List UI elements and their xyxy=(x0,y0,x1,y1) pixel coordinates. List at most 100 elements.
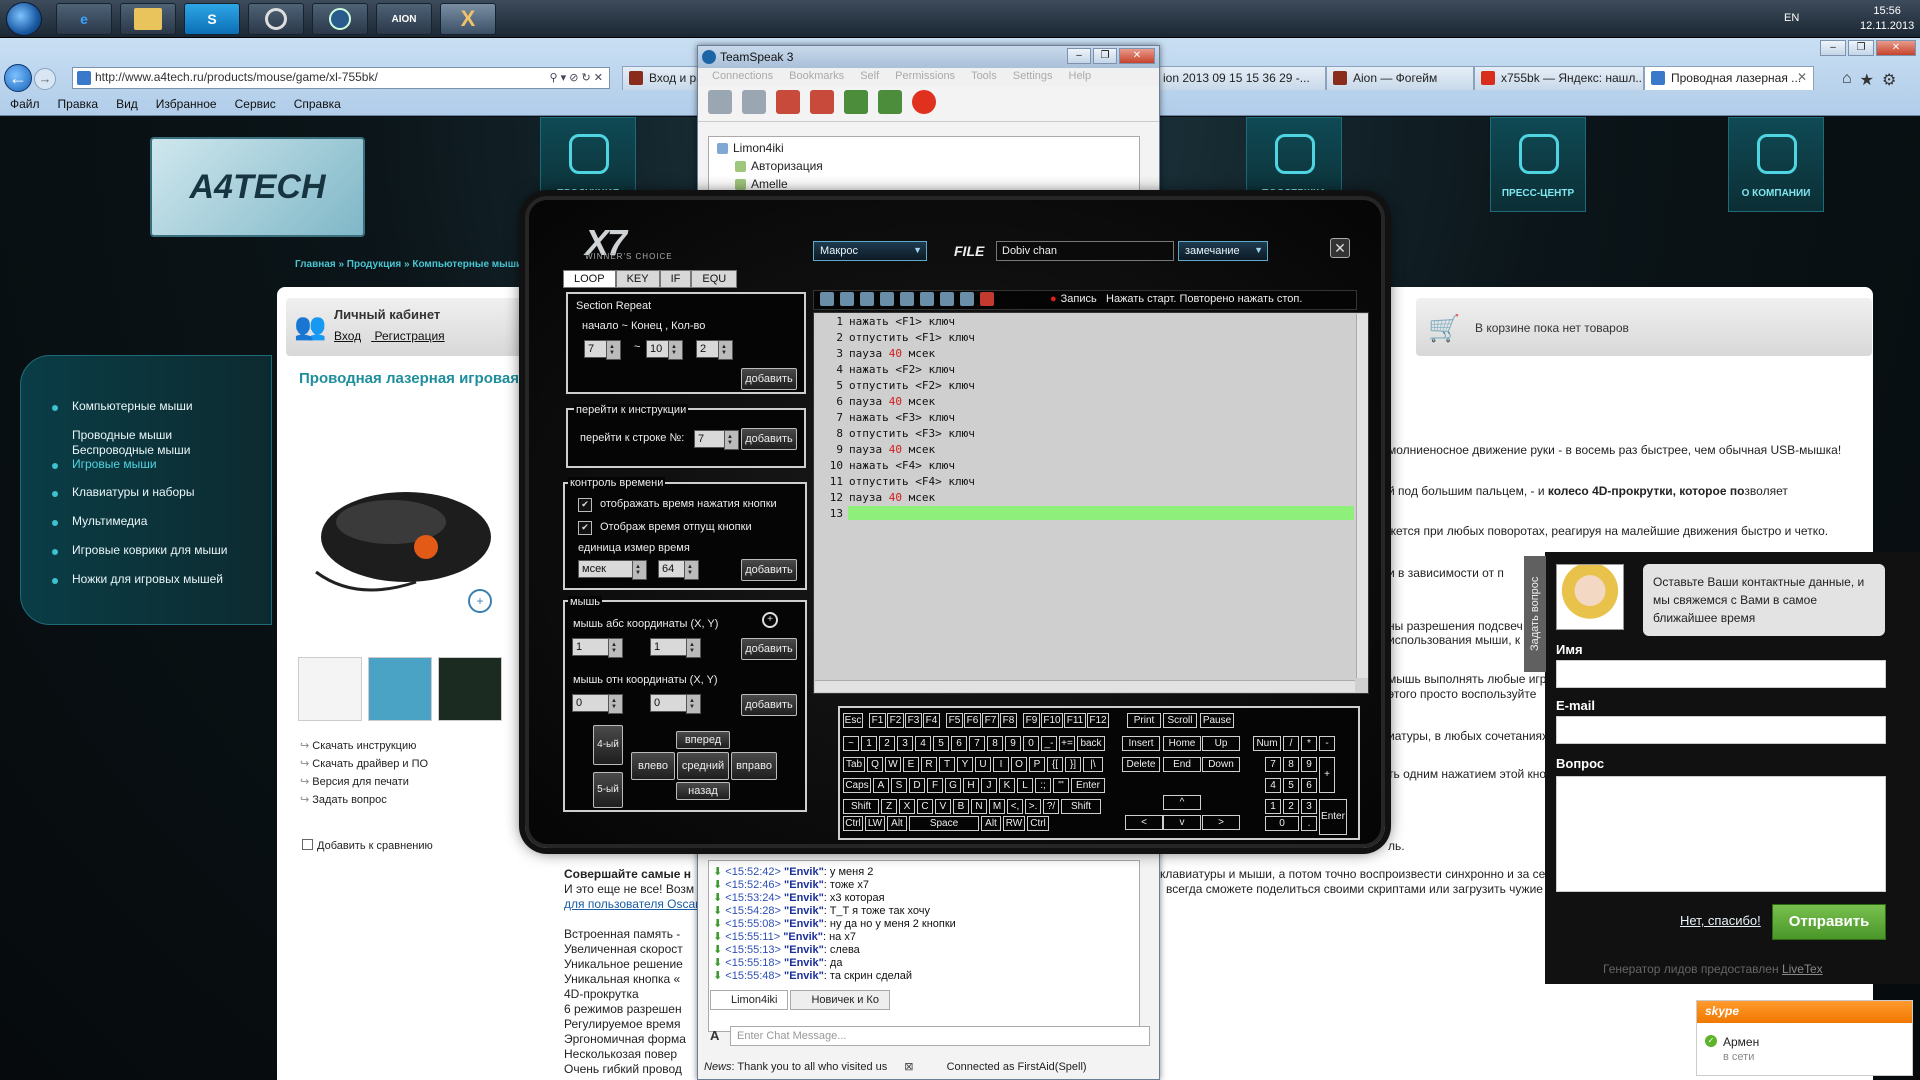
menu-file[interactable]: Файл xyxy=(10,97,40,115)
key-11-r3[interactable]: "' xyxy=(1053,778,1069,793)
key-7-r2[interactable]: U xyxy=(975,757,991,772)
clock[interactable]: 15:56 12.11.2013 xyxy=(1860,4,1914,34)
key-f9[interactable]: F9 xyxy=(1023,713,1040,728)
key-7-r3[interactable]: J xyxy=(981,778,997,793)
key-6-r1[interactable]: 6 xyxy=(951,736,967,751)
maximize-button[interactable]: ❐ xyxy=(1093,48,1117,64)
key-11-r1[interactable]: _- xyxy=(1041,736,1057,751)
key-4-r4[interactable]: V xyxy=(935,799,951,814)
key-6-r4[interactable]: N xyxy=(971,799,987,814)
key-2-r2[interactable]: W xyxy=(885,757,901,772)
email-field[interactable] xyxy=(1556,716,1886,744)
time-unit-select[interactable]: мсек xyxy=(578,560,647,580)
compare-checkbox[interactable]: Добавить к сравнению xyxy=(302,839,433,852)
key-6-r3[interactable]: H xyxy=(963,778,979,793)
nav-about[interactable]: О КОМПАНИИ xyxy=(1728,117,1824,212)
browser-tab[interactable]: Вход и ра xyxy=(622,66,702,90)
key-3-r1[interactable]: 3 xyxy=(897,736,913,751)
menu-help[interactable]: Help xyxy=(1069,70,1092,84)
end-spinner[interactable]: 10 xyxy=(646,340,683,360)
chat-author[interactable]: "Envik" xyxy=(784,879,824,891)
mouse-middle-button[interactable]: средний xyxy=(677,752,729,780)
numpad-key-9[interactable]: 5 xyxy=(1283,778,1299,793)
menu-self[interactable]: Self xyxy=(860,70,879,84)
key-insert[interactable]: Insert xyxy=(1122,736,1160,751)
menu-edit[interactable]: Правка xyxy=(58,97,99,115)
key-f7[interactable]: F7 xyxy=(982,713,999,728)
key-9-r1[interactable]: 9 xyxy=(1005,736,1021,751)
bookmark-icon[interactable] xyxy=(742,90,766,114)
macro-line[interactable]: 6 пауза 40 мсек xyxy=(815,394,975,410)
macro-line[interactable]: 4 нажать <F2> ключ xyxy=(815,362,975,378)
download-manual-link[interactable]: Скачать инструкцию xyxy=(300,737,428,755)
key-9-r3[interactable]: L xyxy=(1017,778,1033,793)
key-f1[interactable]: F1 xyxy=(869,713,886,728)
close-button[interactable]: ✕ xyxy=(1876,40,1916,56)
key-12-r2[interactable]: }] xyxy=(1065,757,1081,772)
key-0-r3[interactable]: Caps xyxy=(843,778,871,793)
key-f6[interactable]: F6 xyxy=(964,713,981,728)
key-f11[interactable]: F11 xyxy=(1064,713,1086,728)
tab-close-icon[interactable]: ✕ xyxy=(1797,70,1807,84)
mute-speakers-icon[interactable] xyxy=(810,90,834,114)
breadcrumb[interactable]: Главная » Продукция » Компьютерные мыши … xyxy=(295,259,531,270)
name-field[interactable] xyxy=(1556,660,1886,688)
key-3-r3[interactable]: D xyxy=(909,778,925,793)
key-2-r3[interactable]: S xyxy=(891,778,907,793)
taskbar-ie-icon[interactable]: e xyxy=(56,3,112,35)
login-link[interactable]: Вход xyxy=(334,329,361,343)
macro-line[interactable]: 7 нажать <F3> ключ xyxy=(815,410,975,426)
menu-tools[interactable]: Сервис xyxy=(235,97,276,115)
livetex-link[interactable]: LiveTex xyxy=(1782,962,1823,976)
key-10-r3[interactable]: :; xyxy=(1035,778,1051,793)
key-5-r4[interactable]: B xyxy=(953,799,969,814)
close-button[interactable]: ✕ xyxy=(1119,48,1155,64)
key-10-r1[interactable]: 0 xyxy=(1023,736,1039,751)
key-1-r2[interactable]: Q xyxy=(867,757,883,772)
delete-icon[interactable] xyxy=(980,292,994,306)
menu-connections[interactable]: Connections xyxy=(712,70,773,84)
key-10-r4[interactable]: ?/ xyxy=(1043,799,1059,814)
key-print[interactable]: Print xyxy=(1127,713,1161,728)
add-rel-button[interactable]: добавить xyxy=(741,694,797,716)
numpad-key-4[interactable]: 7 xyxy=(1265,757,1281,772)
numpad-key-5[interactable]: 8 xyxy=(1283,757,1299,772)
cut-icon[interactable] xyxy=(880,292,894,306)
thumbnail[interactable] xyxy=(368,657,432,721)
font-format-icon[interactable]: A xyxy=(710,1028,719,1043)
cart-icon[interactable]: 🛒 xyxy=(1428,313,1460,344)
language-indicator[interactable]: EN xyxy=(1784,12,1799,24)
key-arrow-down[interactable]: v xyxy=(1163,815,1201,830)
browser-tab-active[interactable]: Проводная лазерная ... ✕ xyxy=(1644,66,1814,90)
tab-equ[interactable]: EQU xyxy=(691,270,738,288)
chat-author[interactable]: "Envik" xyxy=(784,892,824,904)
menu-settings[interactable]: Settings xyxy=(1013,70,1053,84)
macro-line[interactable]: 1 нажать <F1> ключ xyxy=(815,314,975,330)
key-7-r4[interactable]: M xyxy=(989,799,1005,814)
count-spinner[interactable]: 2 xyxy=(696,340,733,360)
key-down[interactable]: Down xyxy=(1202,757,1240,772)
numpad-key-8[interactable]: 4 xyxy=(1265,778,1281,793)
browser-tab[interactable]: ion 2013 09 15 15 36 29 -... xyxy=(1156,66,1326,90)
address-tools-icon[interactable]: ⚲ ▾ ⊘ ↻ ✕ xyxy=(550,71,603,84)
key-arrow-right[interactable]: > xyxy=(1202,815,1240,830)
crosshair-icon[interactable]: + xyxy=(762,612,778,628)
scroll-forward-button[interactable]: вперед xyxy=(676,731,730,749)
macro-line[interactable]: 9 пауза 40 мсек xyxy=(815,442,975,458)
key-2-r5[interactable]: Alt xyxy=(887,816,907,831)
minimize-button[interactable]: – xyxy=(1820,40,1846,56)
add-time-button[interactable]: добавить xyxy=(741,559,797,581)
key-7-r1[interactable]: 7 xyxy=(969,736,985,751)
chat-author[interactable]: "Envik" xyxy=(784,866,824,878)
rel-x-spinner[interactable]: 0 xyxy=(572,694,623,714)
chat-author[interactable]: "Envik" xyxy=(784,970,824,982)
tab-loop[interactable]: LOOP xyxy=(563,270,616,288)
key-0-r5[interactable]: Ctrl xyxy=(843,816,863,831)
key-up[interactable]: Up xyxy=(1202,736,1240,751)
channel-item[interactable]: Авторизация xyxy=(733,157,1133,175)
key-8-r3[interactable]: K xyxy=(999,778,1015,793)
chat-author[interactable]: "Envik" xyxy=(784,944,824,956)
start-button[interactable] xyxy=(6,2,42,36)
key-8-r1[interactable]: 8 xyxy=(987,736,1003,751)
macro-line[interactable]: 12 пауза 40 мсек xyxy=(815,490,975,506)
